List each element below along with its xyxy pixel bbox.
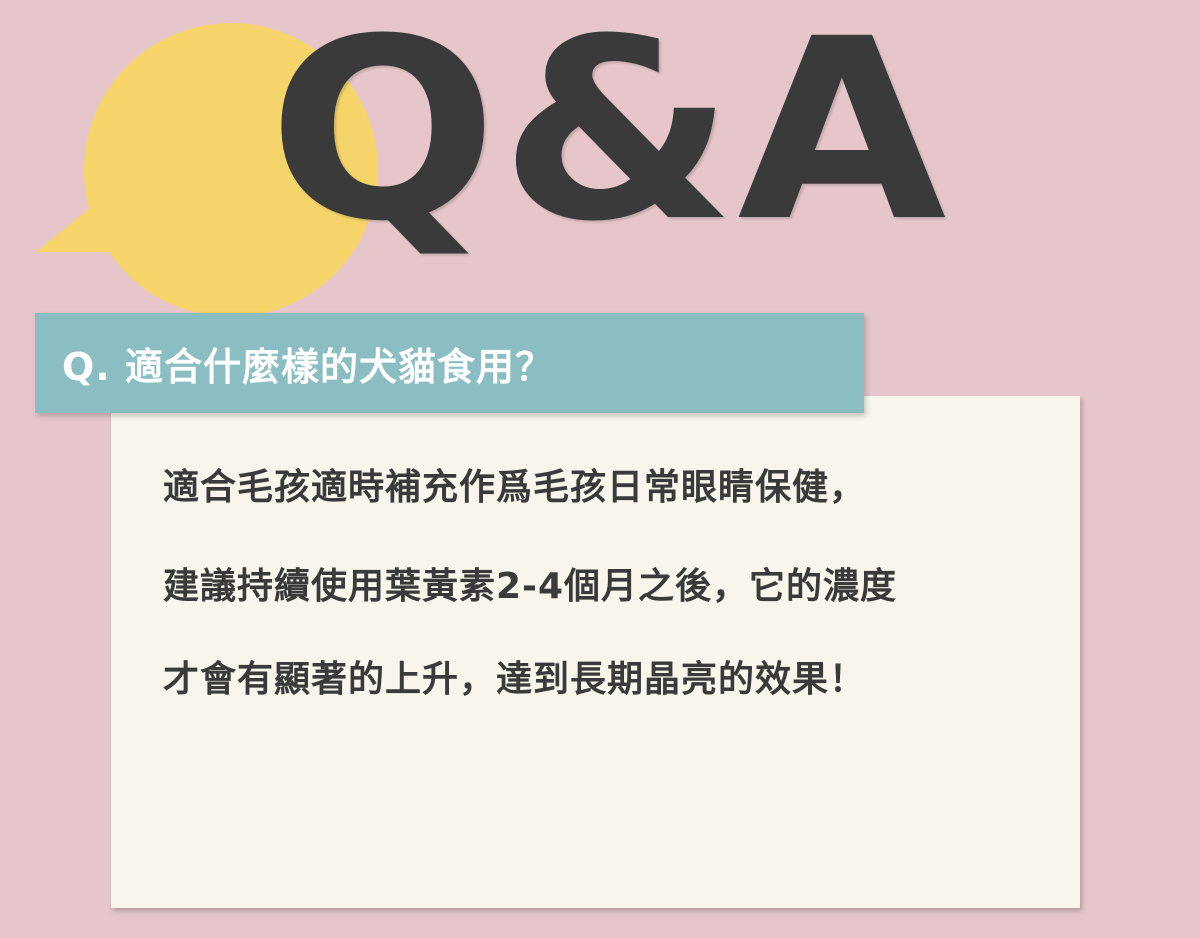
question-text: Q. 適合什麼樣的犬貓食用？ [62,344,554,389]
answer-line: 才會有顯著的上升，達到長期晶亮的效果！ [163,659,867,700]
answer-line: 適合毛孩適時補充作爲毛孩日常眼睛保健， [163,467,867,508]
qa-heading: Q&A [268,0,949,276]
question-banner: Q. 適合什麼樣的犬貓食用？ [35,313,864,413]
answer-line: 建議持續使用葉黃素2-4個月之後，它的濃度 [163,566,898,607]
